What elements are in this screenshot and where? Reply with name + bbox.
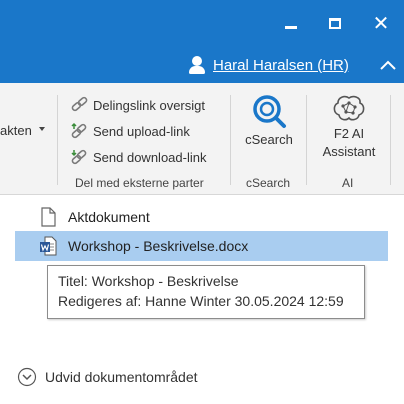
document-item-label: Aktdokument xyxy=(68,209,150,225)
csearch-button[interactable]: cSearch xyxy=(241,93,297,149)
document-icon xyxy=(41,207,56,227)
download-link-icon xyxy=(71,149,87,165)
ribbon-separator xyxy=(306,95,307,185)
minimize-icon xyxy=(285,25,297,29)
chevron-down-icon[interactable] xyxy=(39,127,45,131)
ribbon-separator xyxy=(57,95,58,185)
document-item-label: Workshop - Beskrivelse.docx xyxy=(68,238,249,254)
expand-document-area-label: Udvid dokumentområdet xyxy=(45,369,198,385)
document-item-workshop[interactable]: Workshop - Beskrivelse.docx xyxy=(15,231,388,261)
chevron-circle-down-icon xyxy=(17,367,37,387)
close-button[interactable]: ✕ xyxy=(366,8,396,38)
send-upload-link-label: Send upload-link xyxy=(93,123,190,139)
sharing-link-overview-button[interactable]: Delingslink oversigt xyxy=(70,95,205,115)
tooltip-title-line: Titel: Workshop - Beskrivelse xyxy=(58,273,239,289)
document-item-aktdokument[interactable]: Aktdokument xyxy=(15,202,388,232)
user-icon xyxy=(188,56,206,74)
share-group-label: Del med eksterne parter xyxy=(75,176,204,190)
upload-link-icon xyxy=(71,122,87,139)
ribbon-separator xyxy=(390,95,391,185)
send-download-link-button[interactable]: Send download-link xyxy=(70,147,206,167)
word-document-icon xyxy=(40,236,57,256)
ai-button-label-line1: F2 AI xyxy=(333,126,365,141)
minimize-button[interactable] xyxy=(276,8,306,38)
title-bar: ✕ Haral Haralsen (HR) xyxy=(0,0,404,83)
tooltip-editor-line: Redigeres af: Hanne Winter 30.05.2024 12… xyxy=(58,293,344,309)
ai-button-label-line2: Assistant xyxy=(322,144,376,159)
ai-brain-icon xyxy=(333,95,365,121)
link-icon xyxy=(71,96,88,112)
csearch-icon xyxy=(253,95,286,128)
send-upload-link-button[interactable]: Send upload-link xyxy=(70,121,190,141)
send-download-link-label: Send download-link xyxy=(93,149,207,165)
expand-document-area-button[interactable]: Udvid dokumentområdet xyxy=(17,367,198,387)
chevron-up-icon xyxy=(380,60,396,70)
close-icon: ✕ xyxy=(372,11,390,35)
sharing-link-overview-label: Delingslink oversigt xyxy=(93,97,205,113)
user-name-link[interactable]: Haral Haralsen (HR) xyxy=(213,57,349,74)
ai-group-label: AI xyxy=(342,176,354,190)
user-account[interactable]: Haral Haralsen (HR) xyxy=(188,54,349,76)
f2-ai-assistant-button[interactable]: F2 AI Assistant xyxy=(316,93,382,161)
csearch-group-label: cSearch xyxy=(246,176,291,190)
csearch-button-label: cSearch xyxy=(245,132,293,147)
maximize-icon xyxy=(329,17,341,29)
document-tooltip: Titel: Workshop - Beskrivelse Redigeres … xyxy=(47,265,365,319)
ribbon: akten Delingslink oversigt Send upload-l… xyxy=(0,83,404,195)
ribbon-partial-button-label[interactable]: akten xyxy=(0,123,32,138)
collapse-ribbon-button[interactable] xyxy=(378,56,398,74)
ribbon-separator xyxy=(230,95,231,185)
maximize-button[interactable] xyxy=(320,8,350,38)
